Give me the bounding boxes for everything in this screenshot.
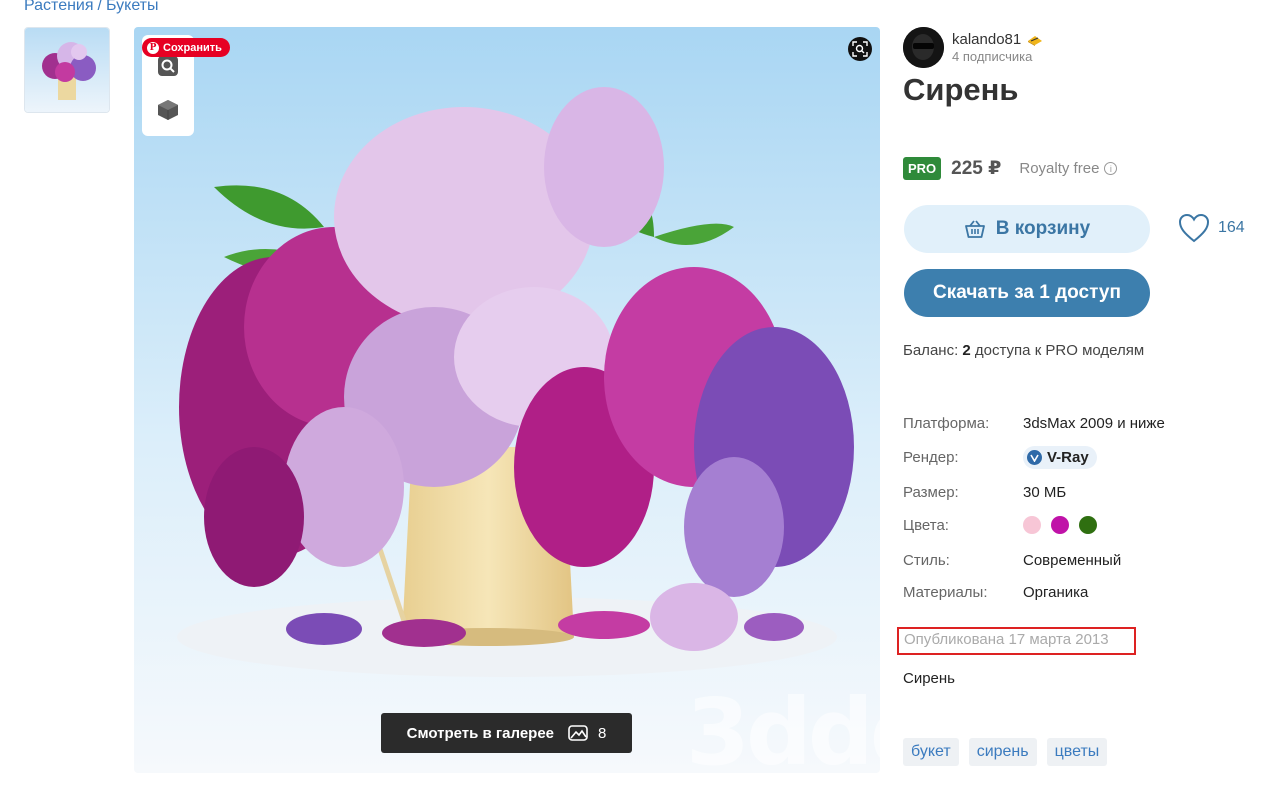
spec-label: Стиль:	[903, 552, 950, 569]
color-swatch-magenta[interactable]	[1051, 516, 1069, 534]
like-button[interactable]: 164	[1178, 213, 1245, 243]
license-info[interactable]: Royalty free i	[1019, 160, 1118, 177]
render-badge[interactable]: V-Ray	[1023, 446, 1097, 469]
open-gallery-button[interactable]: Смотреть в галерее 8	[381, 713, 632, 753]
color-swatch-pink[interactable]	[1023, 516, 1041, 534]
tag[interactable]: цветы	[1046, 738, 1108, 766]
cube-icon	[158, 100, 178, 120]
thumbnail-image	[25, 28, 109, 112]
breadcrumb-item-bouquets[interactable]: Букеты	[106, 0, 159, 14]
open-gallery-label: Смотреть в галерее	[406, 724, 555, 742]
site-watermark: 3ddd	[686, 679, 880, 773]
product-title: Сирень	[903, 72, 1019, 107]
tag-list: букет сирень цветы	[903, 738, 1108, 766]
avatar-image	[903, 27, 944, 68]
author-subscribers: 4 подписчика	[952, 49, 1033, 64]
balance-info: Баланс: 2 доступа к PRO моделям	[903, 342, 1144, 359]
color-swatches	[1023, 516, 1097, 534]
spec-value: 30 МБ	[1023, 484, 1067, 501]
breadcrumb: Растения / Букеты	[24, 0, 159, 15]
pro-badge: PRO	[903, 157, 942, 180]
product-image-viewer[interactable]: P Сохранить 3ddd Смотреть в галерее 8	[134, 27, 880, 773]
author-name: kalando81	[952, 31, 1022, 48]
author-avatar[interactable]	[903, 27, 944, 68]
spec-row-render: Рендер: V-Ray	[903, 446, 1097, 469]
spec-label: Рендер:	[903, 449, 959, 466]
pinterest-icon: P	[147, 41, 159, 54]
author-name-link[interactable]: kalando81	[952, 31, 1043, 48]
gallery-thumbnail[interactable]	[24, 27, 110, 113]
product-image	[134, 27, 880, 773]
license-label: Royalty free	[1019, 160, 1100, 177]
likes-count: 164	[1218, 219, 1245, 236]
visual-search-icon	[852, 41, 868, 57]
3d-view-button[interactable]	[155, 97, 181, 123]
spec-value: Органика	[1023, 584, 1089, 601]
breadcrumb-item-plants[interactable]: Растения	[24, 0, 94, 14]
gallery-count-value: 8	[598, 724, 607, 742]
pinterest-save-button[interactable]: P Сохранить	[142, 38, 230, 57]
tag[interactable]: сирень	[968, 738, 1037, 766]
vray-icon	[1027, 450, 1042, 465]
product-description: Сирень	[903, 670, 955, 687]
basket-icon	[964, 220, 985, 238]
spec-label: Материалы:	[903, 584, 988, 601]
magnifier-icon	[158, 56, 178, 76]
images-icon	[568, 725, 588, 741]
download-button[interactable]: Скачать за 1 доступ	[904, 269, 1150, 317]
color-swatch-green[interactable]	[1079, 516, 1097, 534]
download-label: Скачать за 1 доступ	[933, 282, 1121, 303]
author-block: kalando81 4 подписчика	[903, 27, 1043, 68]
spec-label: Цвета:	[903, 516, 949, 534]
add-to-cart-button[interactable]: В корзину	[904, 205, 1150, 253]
visual-search-button[interactable]	[848, 37, 872, 61]
heart-icon	[1178, 213, 1210, 243]
gallery-count: 8	[568, 725, 606, 742]
balance-prefix: Баланс:	[903, 342, 959, 359]
spec-label: Платформа:	[903, 415, 990, 432]
spec-label: Размер:	[903, 484, 959, 501]
info-icon: i	[1104, 162, 1118, 175]
tag[interactable]: букет	[903, 738, 959, 766]
spec-row-materials: Материалы: Органика	[903, 584, 1088, 601]
balance-suffix: доступа к PRO моделям	[974, 342, 1145, 359]
render-value: V-Ray	[1047, 449, 1089, 466]
spec-row-size: Размер: 30 МБ	[903, 484, 1066, 501]
spec-row-style: Стиль: Современный	[903, 552, 1121, 569]
spec-row-platform: Платформа: 3dsMax 2009 и ниже	[903, 415, 1165, 432]
spec-row-colors: Цвета:	[903, 516, 1097, 534]
pinterest-save-label: Сохранить	[163, 41, 222, 54]
breadcrumb-separator: /	[97, 0, 102, 14]
price: 225 ₽	[951, 158, 1002, 179]
price-row: PRO 225 ₽ Royalty free i	[903, 157, 1118, 180]
spec-value: Современный	[1023, 552, 1122, 569]
published-date: Опубликована 17 марта 2013	[897, 627, 1136, 655]
add-to-cart-label: В корзину	[995, 218, 1091, 239]
spec-value: 3dsMax 2009 и ниже	[1023, 415, 1165, 432]
pro-author-icon	[1028, 35, 1043, 46]
balance-count: 2	[962, 342, 971, 359]
